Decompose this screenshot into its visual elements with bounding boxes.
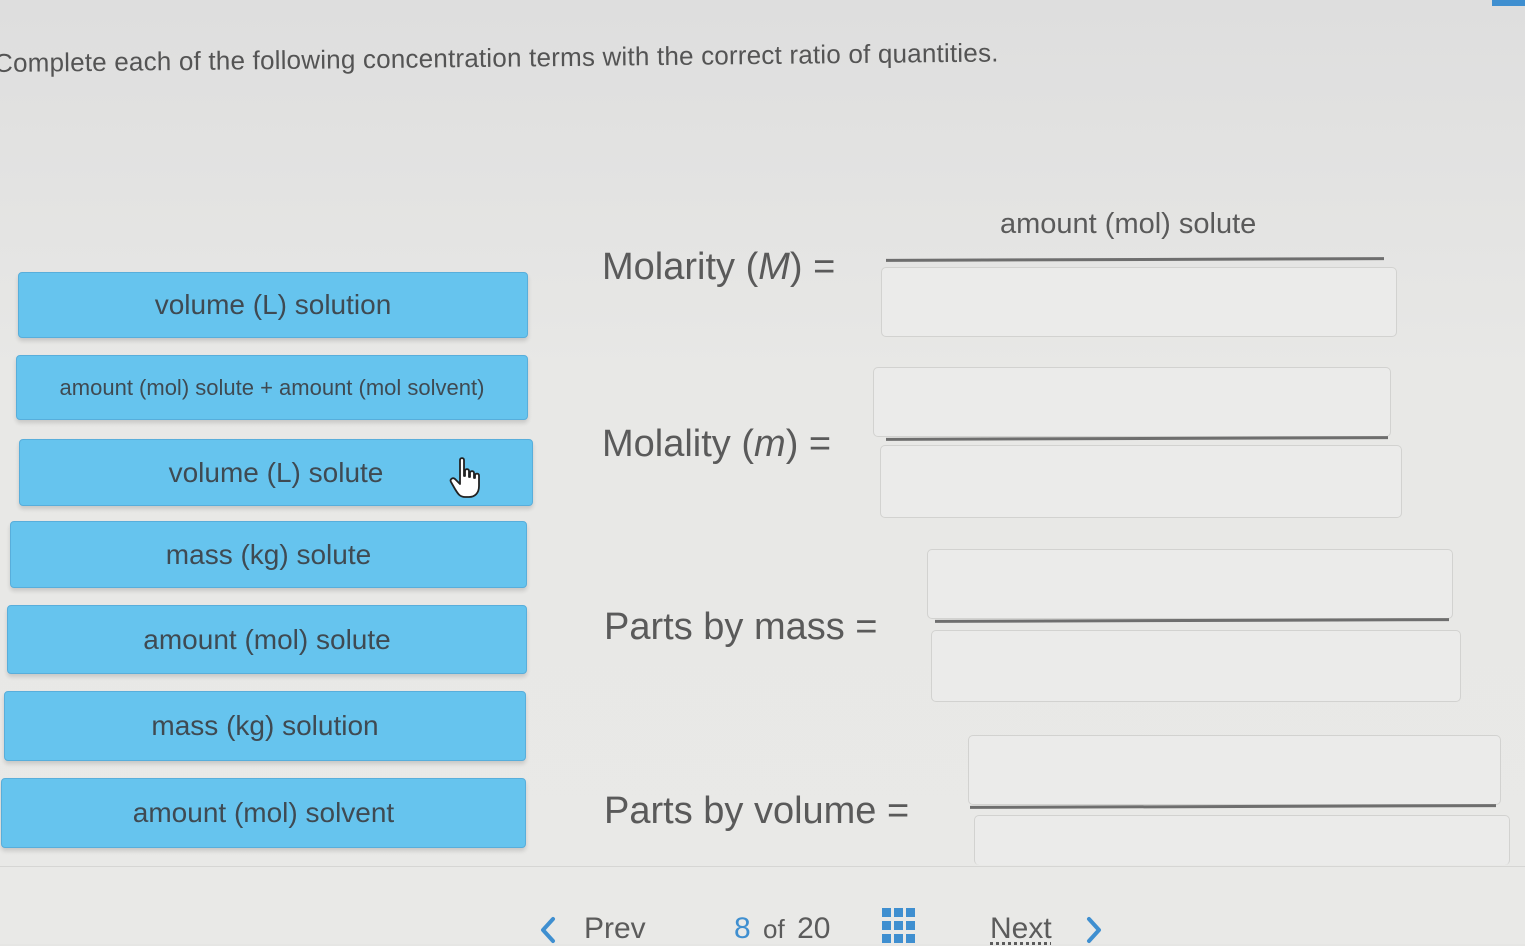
tile-label: mass (kg) solute	[165, 538, 372, 570]
tile-label: amount (mol) solvent	[132, 797, 395, 828]
page-indicator: 8 of 20	[734, 912, 830, 946]
molality-denominator-slot[interactable]	[880, 445, 1402, 518]
page-current: 8	[734, 912, 751, 945]
grid-icon[interactable]	[882, 908, 918, 944]
parts-by-volume-numerator-slot[interactable]	[968, 735, 1501, 805]
tile-amount-solute[interactable]: amount (mol) solute	[7, 605, 527, 674]
tile-mass-solution[interactable]: mass (kg) solution	[4, 691, 526, 761]
molality-numerator-slot[interactable]	[873, 367, 1391, 437]
tile-mass-solute[interactable]: mass (kg) solute	[10, 521, 527, 588]
footer-divider	[0, 866, 1525, 867]
tile-label: amount (mol) solute	[143, 623, 391, 655]
next-button[interactable]: Next	[990, 912, 1104, 946]
tile-volume-solution[interactable]: volume (L) solution	[18, 272, 528, 338]
page-of: of	[763, 914, 785, 944]
molality-label: Molality (m) =	[602, 423, 832, 465]
parts-by-volume-label: Parts by volume =	[604, 790, 910, 832]
parts-by-mass-denominator-slot[interactable]	[931, 630, 1461, 702]
tile-amount-solvent[interactable]: amount (mol) solvent	[1, 778, 526, 848]
molarity-numerator-text: amount (mol) solute	[1000, 208, 1257, 240]
chevron-left-icon	[541, 917, 555, 944]
molarity-label: Molarity (M) =	[602, 246, 836, 288]
top-accent-bar	[1492, 0, 1525, 6]
prev-button[interactable]: Prev	[538, 912, 646, 946]
molarity-denominator-slot[interactable]	[881, 267, 1397, 337]
page-total: 20	[797, 912, 831, 945]
hand-pointer-icon	[448, 456, 484, 500]
next-label: Next	[990, 912, 1052, 945]
chevron-right-icon	[1087, 917, 1102, 944]
parts-by-mass-label: Parts by mass =	[604, 606, 878, 648]
parts-by-volume-denominator-slot[interactable]	[974, 815, 1510, 865]
tile-label: volume (L) solute	[168, 456, 384, 488]
tile-amount-solute-plus-solvent[interactable]: amount (mol) solute + amount (mol solven…	[16, 355, 528, 420]
parts-by-mass-numerator-slot[interactable]	[927, 549, 1453, 619]
tile-label: mass (kg) solution	[151, 710, 379, 741]
tile-label: amount (mol) solute + amount (mol solven…	[59, 374, 485, 400]
tile-label: volume (L) solution	[154, 289, 392, 320]
prev-label: Prev	[584, 912, 646, 945]
